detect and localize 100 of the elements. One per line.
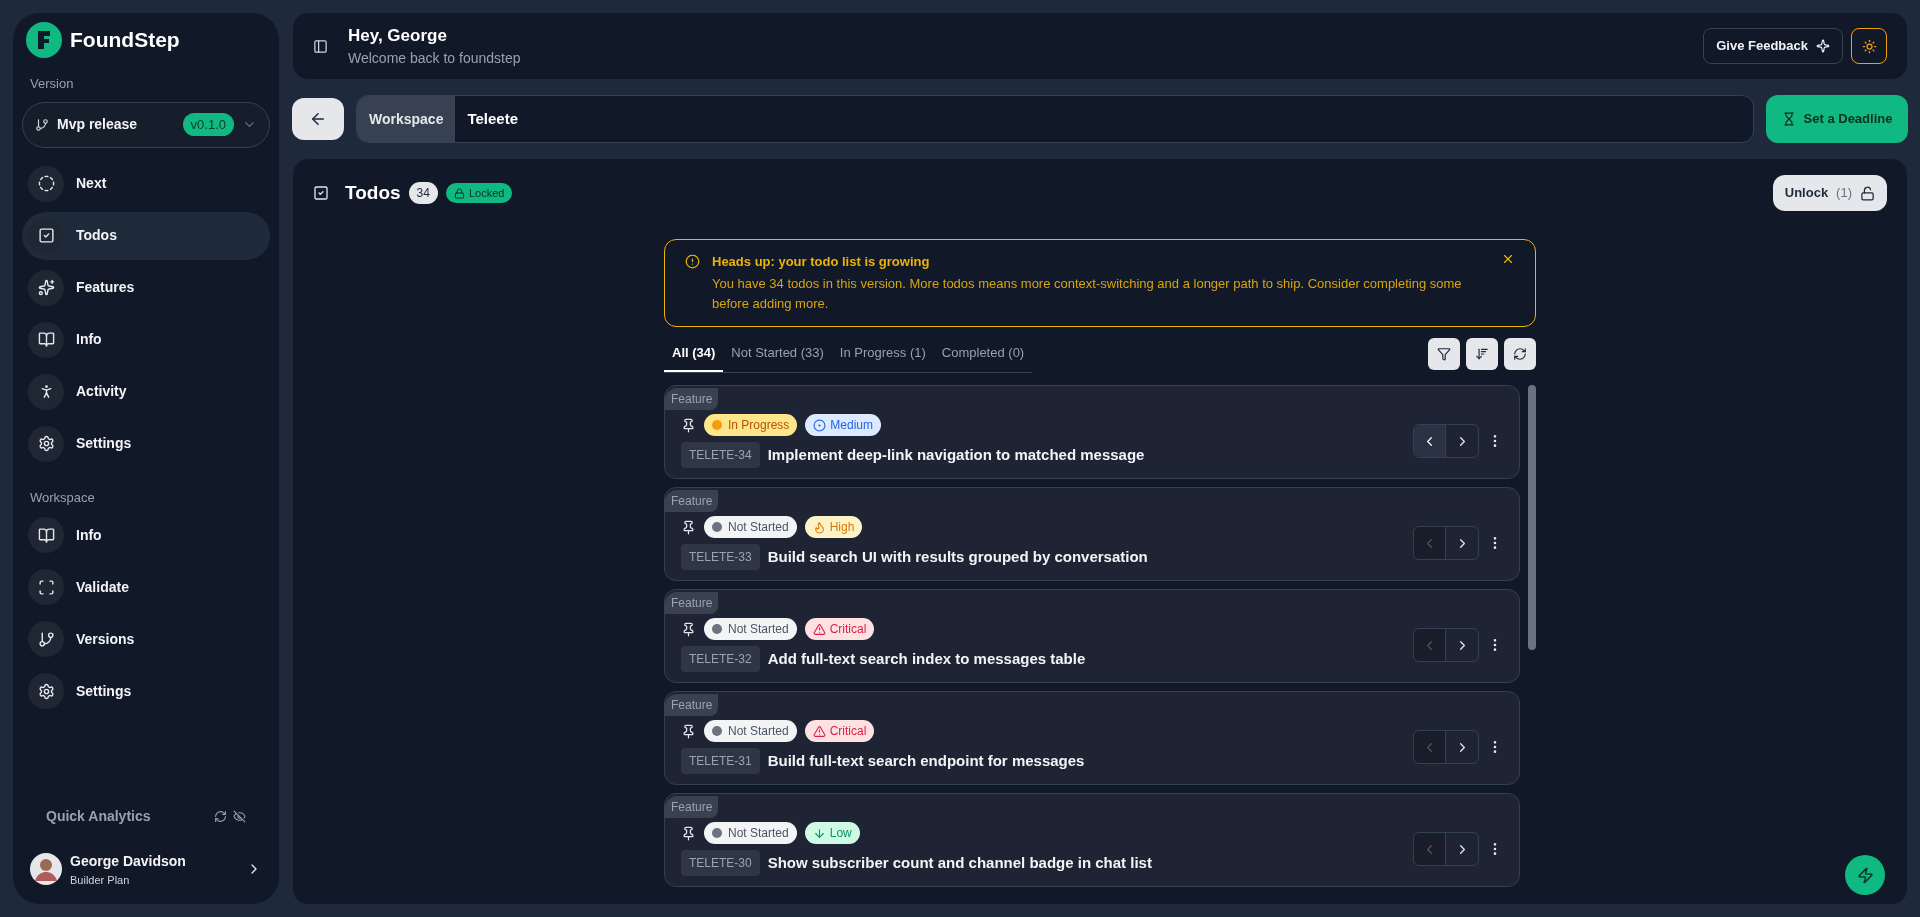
alert-message: You have 34 todos in this version. More todos means more context-switching and a longer path to ship. Consider completing some before adding more. — [712, 274, 1463, 313]
hourglass-icon — [1781, 112, 1796, 126]
checkbox-icon — [37, 227, 55, 244]
todo-key: TELETE-33 — [681, 544, 760, 570]
user-profile[interactable]: George Davidson Builder Plan — [22, 850, 270, 888]
pin-icon[interactable] — [681, 519, 696, 535]
todo-card[interactable]: Feature Not Started High TELETE-33 Build search UI with results grouped by conversation — [664, 487, 1520, 581]
locked-badge: Locked — [445, 182, 513, 204]
dashed-circle-icon — [37, 175, 55, 192]
nav-item[interactable]: Todos — [22, 211, 270, 260]
todo-card[interactable]: Feature Not Started Low TELETE-30 Show subscriber count and channel badge in chat list — [664, 793, 1520, 887]
nav-item[interactable]: Activity — [22, 367, 270, 416]
category-tag: Feature — [665, 796, 719, 818]
warning-icon — [812, 724, 826, 738]
settings-icon — [37, 435, 55, 452]
lock-icon — [453, 187, 465, 199]
book-icon — [37, 331, 55, 348]
panel-title: Todos — [345, 180, 401, 205]
status-badge: Not Started — [704, 720, 797, 742]
quick-analytics-label: Quick Analytics — [46, 806, 152, 826]
refresh-icon[interactable] — [214, 809, 227, 823]
nav-item[interactable]: Settings — [22, 667, 270, 715]
status-badge: In Progress — [704, 414, 798, 436]
sort-icon — [1475, 346, 1489, 361]
refresh-button[interactable] — [1504, 337, 1536, 370]
todo-card[interactable]: Feature Not Started Critical TELETE-32 Add full-text search index to messages table — [664, 589, 1520, 683]
todo-title: Build full-text search endpoint for messages — [767, 750, 1085, 771]
nav-item[interactable]: Features — [22, 263, 270, 312]
scan-icon — [37, 578, 55, 596]
todo-key: TELETE-31 — [681, 748, 760, 774]
brand-name: FoundStep — [70, 27, 180, 54]
pin-icon[interactable] — [681, 825, 696, 841]
refresh-icon — [1513, 346, 1527, 361]
status-badge: Not Started — [704, 618, 797, 640]
todo-key: TELETE-32 — [681, 646, 760, 672]
sparkle-icon — [1816, 39, 1830, 53]
todo-title: Build search UI with results grouped by conversation — [767, 546, 1148, 567]
unlock-icon — [1860, 185, 1875, 201]
sun-icon — [1861, 38, 1877, 54]
nav-item[interactable]: Validate — [22, 563, 270, 611]
avatar — [30, 853, 62, 886]
todo-title: Show subscriber count and channel badge in chat list — [767, 852, 1152, 873]
category-tag: Feature — [665, 694, 719, 716]
lightning-icon — [1856, 866, 1874, 884]
user-name: George Davidson — [70, 851, 187, 871]
breadcrumb-section[interactable]: Workspace — [357, 96, 456, 142]
sparkles-icon — [37, 279, 55, 296]
welcome-text: Welcome back to foundstep — [348, 49, 522, 69]
priority-badge: Low — [804, 822, 860, 844]
filter-icon — [1437, 346, 1451, 361]
feedback-button[interactable]: Give Feedback — [1703, 28, 1843, 64]
nav-item[interactable]: Versions — [22, 615, 270, 663]
sidebar-toggle-icon[interactable] — [313, 38, 328, 54]
warning-icon — [812, 622, 826, 636]
alert-icon — [685, 254, 700, 269]
scrollbar[interactable] — [1528, 385, 1536, 650]
category-tag: Feature — [665, 592, 719, 614]
previous-button[interactable] — [1414, 425, 1446, 457]
unlock-button[interactable]: Unlock (1) — [1772, 175, 1887, 211]
branch-icon — [35, 117, 49, 132]
status-badge: Not Started — [704, 516, 797, 538]
theme-button[interactable] — [1851, 28, 1887, 64]
priority-badge: Medium — [805, 414, 882, 436]
priority-badge: Critical — [804, 618, 875, 640]
alert-title: Heads up: your todo list is growing — [712, 253, 931, 271]
section-label: Workspace — [29, 488, 96, 507]
filter-tab[interactable]: Not Started (33) — [723, 334, 832, 372]
filter-tab[interactable]: In Progress (1) — [831, 334, 934, 372]
hide-icon[interactable] — [233, 809, 246, 823]
version-tag: v0.1.0 — [182, 112, 234, 137]
checkbox-icon — [313, 185, 329, 201]
todo-title: Add full-text search index to messages table — [767, 648, 1086, 669]
close-icon[interactable] — [1501, 252, 1515, 266]
sort-button[interactable] — [1466, 337, 1498, 370]
version-selector[interactable]: Mvp release v0.1.0 — [22, 101, 270, 148]
todo-card[interactable]: Feature Not Started Critical TELETE-31 Build full-text search endpoint for messages — [664, 691, 1520, 785]
nav-item[interactable]: Next — [22, 159, 270, 208]
category-tag: Feature — [665, 388, 719, 410]
settings-icon — [37, 682, 55, 700]
nav-item[interactable]: Info — [22, 511, 270, 559]
deadline-button[interactable]: Set a Deadline — [1766, 95, 1908, 143]
todo-key: TELETE-34 — [681, 442, 760, 468]
todo-card[interactable]: Feature In Progress Medium TELETE-34 Implement deep-link navigation to matched message — [664, 385, 1520, 479]
todo-title: Implement deep-link navigation to matched message — [767, 444, 1145, 465]
back-button[interactable] — [292, 98, 344, 140]
nav-item[interactable]: Settings — [22, 419, 270, 468]
pin-icon[interactable] — [681, 417, 696, 433]
status-badge: Not Started — [704, 822, 797, 844]
section-label: Version — [29, 75, 75, 93]
branch-icon — [37, 630, 55, 648]
logo-icon — [26, 22, 62, 58]
pin-icon[interactable] — [681, 723, 696, 739]
filter-tab[interactable]: All (34) — [664, 334, 724, 372]
flame-icon — [812, 520, 826, 534]
filter-button[interactable] — [1428, 337, 1460, 370]
arrow-down-icon — [812, 826, 826, 840]
book-icon — [37, 526, 55, 544]
nav-item[interactable]: Info — [22, 315, 270, 364]
pin-icon[interactable] — [681, 621, 696, 637]
filter-tab[interactable]: Completed (0) — [933, 334, 1033, 372]
